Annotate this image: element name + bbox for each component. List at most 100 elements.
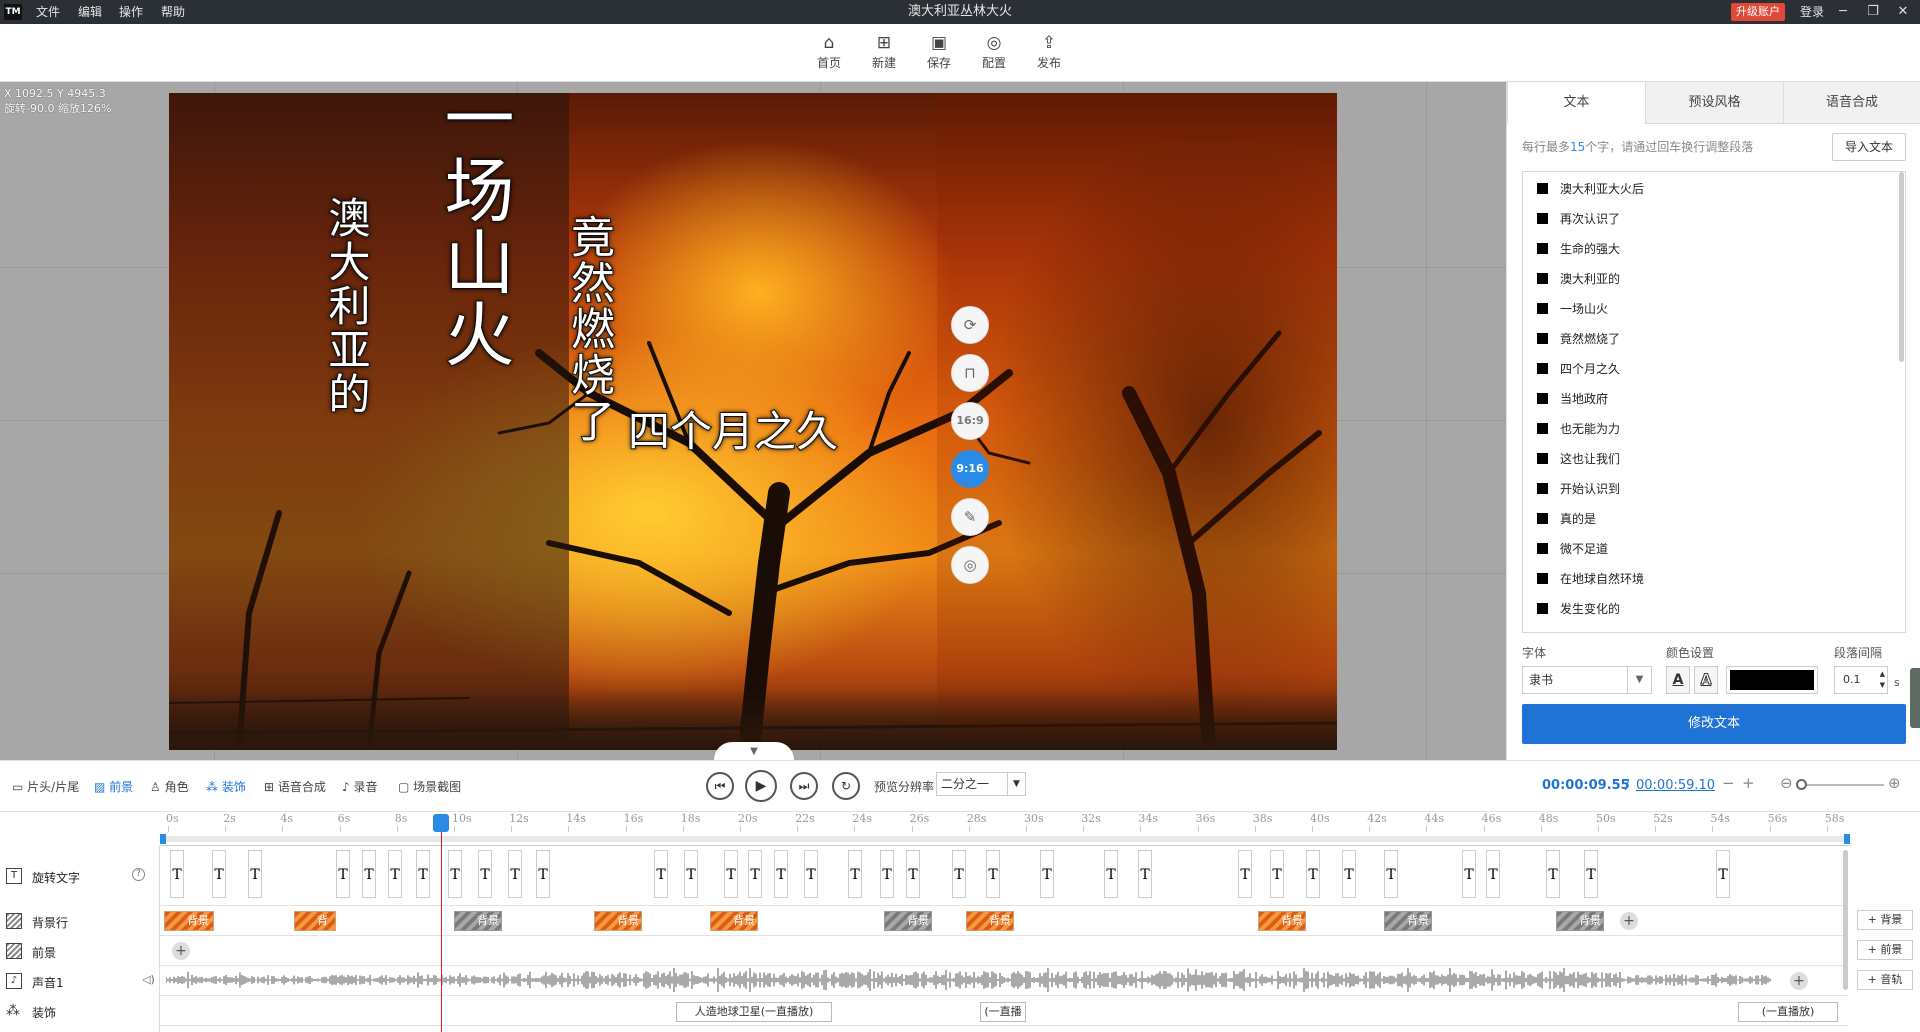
text-clip[interactable]: T: [774, 850, 788, 898]
scene-screenshot-button[interactable]: ▢ 场景截图: [398, 778, 461, 795]
text-clip[interactable]: T: [336, 850, 350, 898]
canvas-text-4[interactable]: 四个月之久: [627, 398, 839, 459]
home-button[interactable]: ⌂ 首页: [804, 32, 854, 78]
ratio-9-16-button[interactable]: 9:16: [951, 450, 989, 488]
list-item[interactable]: 这也让我们: [1537, 444, 1620, 474]
text-list-scrollbar[interactable]: [1899, 172, 1904, 362]
text-clip[interactable]: T: [508, 850, 522, 898]
stroke-color-icon[interactable]: A: [1694, 666, 1718, 694]
text-clip[interactable]: T: [804, 850, 818, 898]
text-clip[interactable]: T: [388, 850, 402, 898]
zoom-out-icon[interactable]: ⊖: [1780, 774, 1793, 792]
text-clip[interactable]: T: [1270, 850, 1284, 898]
text-clip[interactable]: T: [724, 850, 738, 898]
prev-frame-icon[interactable]: ⏮: [706, 772, 734, 800]
decoration-clip-3[interactable]: (一直播放): [1738, 1002, 1838, 1022]
text-clip[interactable]: T: [986, 850, 1000, 898]
character-button[interactable]: ♙ 角色: [150, 778, 189, 795]
new-button[interactable]: ⊞ 新建: [859, 32, 909, 78]
decoration-clip-satellite[interactable]: 人造地球卫星(一直播放): [676, 1002, 832, 1022]
text-clip[interactable]: T: [1486, 850, 1500, 898]
background-clip[interactable]: 背景: [710, 911, 758, 931]
restore-icon[interactable]: ❐: [1860, 0, 1886, 24]
background-clip[interactable]: 背景: [594, 911, 642, 931]
tab-text[interactable]: 文本: [1507, 82, 1645, 124]
list-item[interactable]: 澳大利亚大火后: [1537, 174, 1644, 204]
audio-waveform[interactable]: [166, 968, 1772, 992]
ratio-16-9-button[interactable]: 16:9: [951, 402, 989, 440]
close-icon[interactable]: ✕: [1890, 0, 1916, 24]
text-clip[interactable]: T: [448, 850, 462, 898]
font-select[interactable]: 隶书 ▼: [1522, 666, 1652, 694]
list-item[interactable]: 真的是: [1537, 504, 1596, 534]
text-clip[interactable]: T: [1342, 850, 1356, 898]
edit-icon[interactable]: ✎: [951, 498, 989, 536]
text-clip[interactable]: T: [248, 850, 262, 898]
background-clip[interactable]: 背景: [1258, 911, 1306, 931]
text-clip[interactable]: T: [684, 850, 698, 898]
list-item[interactable]: 四个月之久: [1537, 354, 1620, 384]
list-item[interactable]: 发生变化的: [1537, 594, 1620, 624]
text-clip[interactable]: T: [1104, 850, 1118, 898]
save-button[interactable]: ▣ 保存: [914, 32, 964, 78]
speech-synthesis-button[interactable]: ⊞ 语音合成: [264, 778, 326, 795]
zoom-in-icon[interactable]: ⊕: [1888, 774, 1901, 792]
background-clip[interactable]: 背景: [966, 911, 1014, 931]
chevron-down-icon[interactable]: ▼: [1007, 773, 1025, 795]
menu-operate[interactable]: 操作: [119, 0, 143, 24]
text-clip[interactable]: T: [1584, 850, 1598, 898]
record-button[interactable]: ♪ 录音: [342, 778, 378, 795]
canvas-text-3[interactable]: 竟然燃烧了: [556, 213, 620, 474]
add-background-button[interactable]: + 背景: [1857, 910, 1913, 930]
list-item[interactable]: 生命的强大: [1537, 234, 1620, 264]
text-clip[interactable]: T: [1716, 850, 1730, 898]
spacing-stepper[interactable]: 0.1 ▲ ▼: [1834, 666, 1888, 694]
canvas-text-2[interactable]: 一场山火: [424, 81, 525, 462]
minus-icon[interactable]: −: [1722, 774, 1735, 792]
tracks-scrollbar[interactable]: [1843, 850, 1848, 990]
foreground-button[interactable]: ▨ 前景: [94, 778, 133, 795]
list-item[interactable]: 也无能为力: [1537, 414, 1620, 444]
list-item[interactable]: 当地政府: [1537, 384, 1608, 414]
login-button[interactable]: 登录: [1800, 0, 1824, 24]
unlock-icon[interactable]: ⊓: [951, 354, 989, 392]
upgrade-account-button[interactable]: 升级账户: [1731, 3, 1785, 21]
menu-edit[interactable]: 编辑: [78, 0, 102, 24]
plus-icon[interactable]: +: [1742, 774, 1755, 792]
text-clip[interactable]: T: [952, 850, 966, 898]
text-clip[interactable]: T: [536, 850, 550, 898]
text-clip[interactable]: T: [212, 850, 226, 898]
text-clip[interactable]: T: [1462, 850, 1476, 898]
range-start-handle[interactable]: [160, 834, 166, 844]
menu-help[interactable]: 帮助: [161, 0, 185, 24]
canvas-text-1[interactable]: 澳大利亚的: [316, 195, 377, 466]
text-clip[interactable]: T: [1138, 850, 1152, 898]
add-background-clip-icon[interactable]: +: [1620, 912, 1638, 930]
tab-speech-synthesis[interactable]: 语音合成: [1783, 82, 1920, 124]
replay-icon[interactable]: ↻: [832, 772, 860, 800]
play-icon[interactable]: ▶: [745, 770, 777, 802]
color-swatch[interactable]: [1726, 666, 1818, 694]
list-item[interactable]: 再次认识了: [1537, 204, 1620, 234]
list-item[interactable]: 在地球自然环境: [1537, 564, 1644, 594]
text-clip[interactable]: T: [1384, 850, 1398, 898]
range-bar[interactable]: [162, 836, 1850, 842]
rotate-icon[interactable]: ⟳: [951, 306, 989, 344]
list-item[interactable]: 澳大利亚的: [1537, 264, 1620, 294]
text-clip[interactable]: T: [1546, 850, 1560, 898]
text-clip[interactable]: T: [1238, 850, 1252, 898]
minimize-icon[interactable]: ─: [1830, 0, 1856, 24]
total-time[interactable]: 00:00:59.10: [1636, 778, 1715, 793]
publish-button[interactable]: ⇪ 发布: [1024, 32, 1074, 78]
range-end-handle[interactable]: [1844, 834, 1850, 844]
text-clip[interactable]: T: [170, 850, 184, 898]
background-clip[interactable]: 背景: [884, 911, 932, 931]
list-item[interactable]: 竟然燃烧了: [1537, 324, 1620, 354]
text-clip[interactable]: T: [1306, 850, 1320, 898]
text-clip[interactable]: T: [880, 850, 894, 898]
add-foreground-button[interactable]: + 前景: [1857, 940, 1913, 960]
text-clip[interactable]: T: [416, 850, 430, 898]
decoration-clip-2[interactable]: (一直播: [980, 1002, 1026, 1022]
preview-resolution-select[interactable]: 二分之一 ▼: [936, 772, 1026, 796]
text-clip[interactable]: T: [478, 850, 492, 898]
